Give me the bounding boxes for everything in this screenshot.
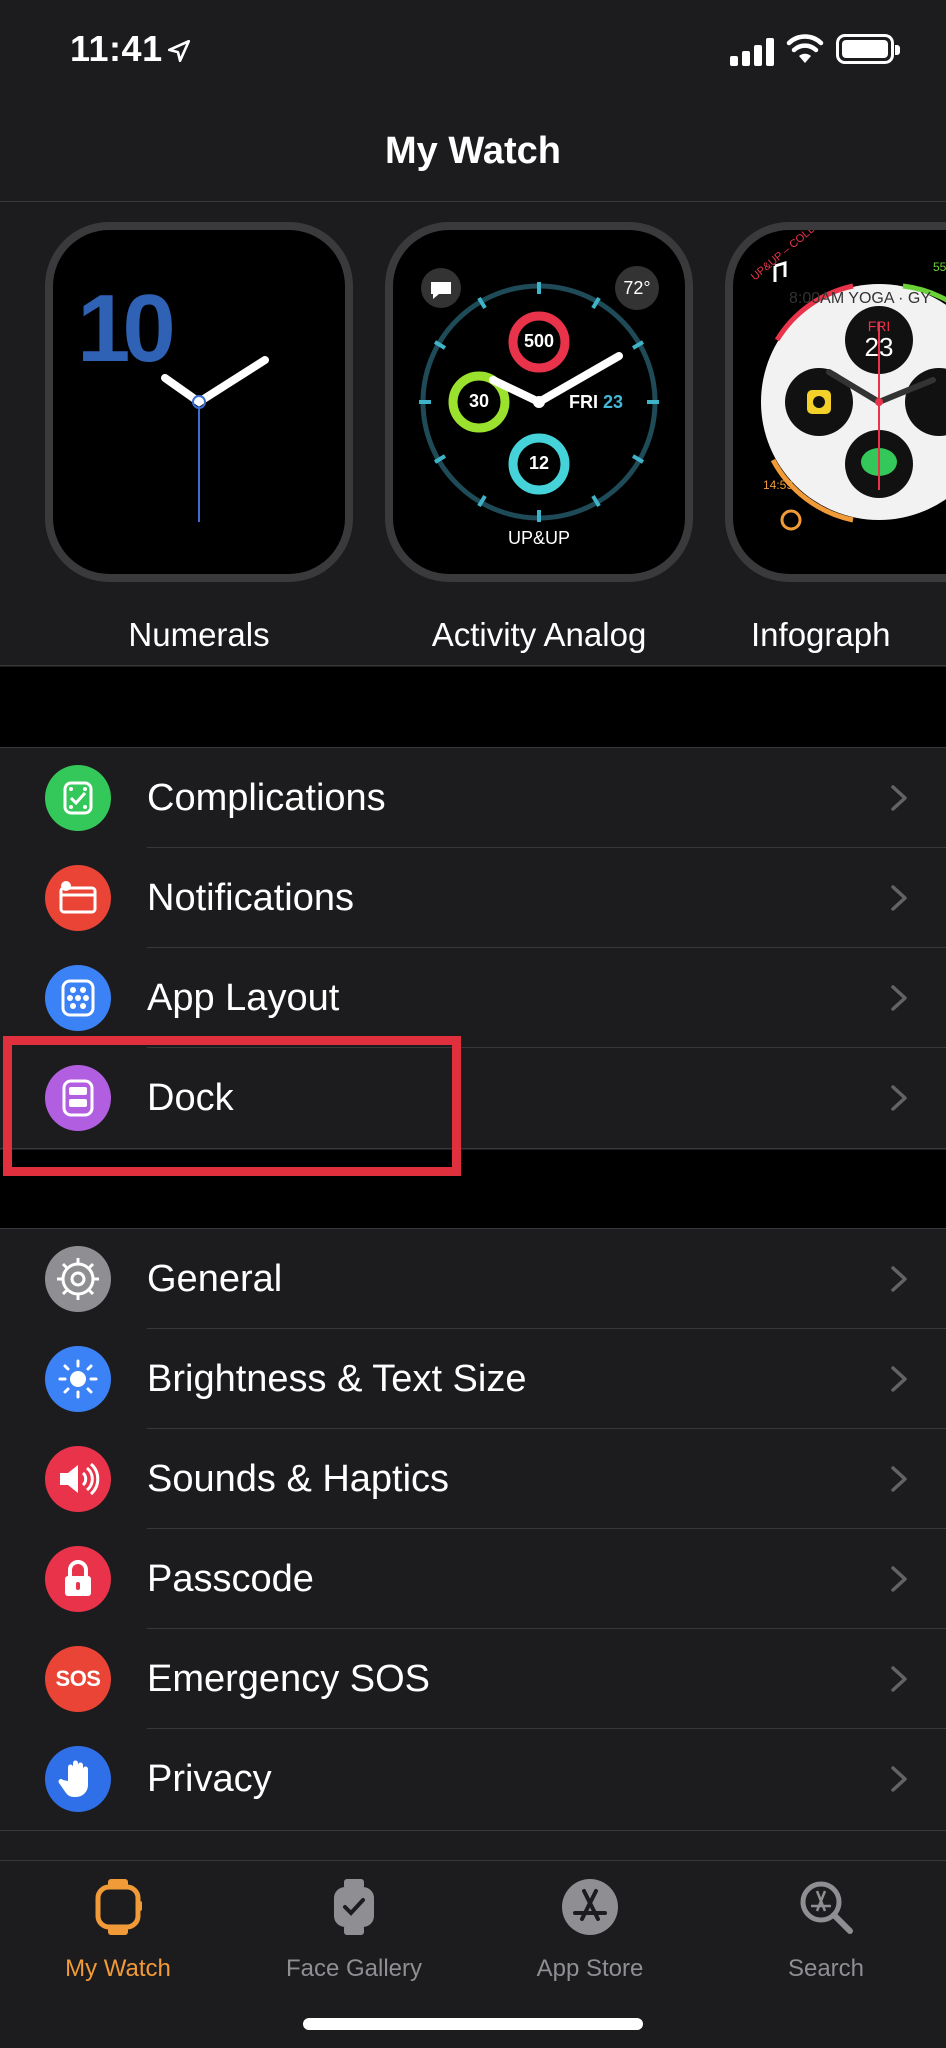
face-label: Activity Analog (431, 616, 647, 653)
watch-faces-carousel[interactable]: 10 Numerals 500 30 12 72° FRI 23 UP&UP A… (0, 202, 946, 666)
complications-icon (45, 765, 111, 831)
activity-analog-face-preview: 500 30 12 72° FRI 23 UP&UP (393, 230, 685, 574)
status-time: 11:41 (70, 28, 163, 69)
tab-label: Search (787, 1955, 865, 1982)
row-emergency-sos[interactable]: SOS Emergency SOS (0, 1629, 946, 1729)
face-card-infograph[interactable]: FRI 23 8:00AM YOGA · GY UP&UP – COLDP...… (725, 222, 946, 653)
face-gallery-icon (322, 1875, 386, 1939)
chevron-right-icon (891, 1666, 907, 1692)
hand-icon (45, 1746, 111, 1812)
tab-app-store[interactable]: App Store (472, 1875, 708, 2005)
tab-label: App Store (536, 1955, 644, 1982)
row-label: Complications (147, 777, 386, 819)
tab-face-gallery[interactable]: Face Gallery (236, 1875, 472, 2005)
section-gap (0, 667, 946, 747)
sos-badge: SOS (55, 1666, 101, 1691)
face-label: Numerals (128, 616, 270, 653)
cellular-signal-icon (730, 38, 774, 66)
numerals-face-preview: 10 (53, 230, 345, 574)
row-passcode[interactable]: Passcode (0, 1529, 946, 1629)
battery-icon (836, 34, 900, 64)
chevron-right-icon (891, 1566, 907, 1592)
row-label: App Layout (147, 977, 340, 1019)
settings-group-general: General Brightness & Text Size Sounds & … (0, 1228, 946, 1831)
infograph-top-text: 8:00AM YOGA · GY (789, 290, 931, 307)
home-indicator[interactable] (303, 2018, 643, 2030)
notifications-icon (45, 865, 111, 931)
face-label: Infograph (751, 616, 891, 653)
screen: 11:41 My Watch 10 Numerals 500 30 12 72°… (0, 0, 946, 2048)
clock-hands-icon (161, 356, 269, 522)
infograph-time-small: 14:59 (763, 478, 794, 492)
row-notifications[interactable]: Notifications (0, 848, 946, 948)
exercise-value: 30 (468, 391, 490, 411)
row-label: Notifications (147, 877, 354, 919)
move-value: 500 (523, 331, 555, 351)
brightness-icon (45, 1346, 111, 1412)
status-bar: 11:41 (0, 0, 946, 100)
row-app-layout[interactable]: App Layout (0, 948, 946, 1048)
speaker-icon (45, 1446, 111, 1512)
chevron-right-icon (891, 1466, 907, 1492)
stand-value: 12 (528, 453, 550, 473)
tab-label: Face Gallery (285, 1955, 423, 1982)
app-store-icon (558, 1875, 622, 1939)
row-label: Privacy (147, 1758, 272, 1800)
wifi-icon (786, 34, 824, 63)
chevron-right-icon (891, 1366, 907, 1392)
face-card-activity-analog[interactable]: 500 30 12 72° FRI 23 UP&UP Activity Anal… (385, 222, 693, 653)
gear-icon (45, 1246, 111, 1312)
brand-label: UP&UP (507, 528, 570, 548)
sos-icon: SOS (45, 1646, 111, 1712)
watch-icon (86, 1875, 150, 1939)
row-label: Brightness & Text Size (147, 1358, 527, 1400)
row-general[interactable]: General (0, 1229, 946, 1329)
location-arrow-icon (167, 39, 191, 63)
infograph-date: 23 (864, 332, 894, 362)
date-label: 23 (603, 392, 624, 412)
tab-my-watch[interactable]: My Watch (0, 1875, 236, 2005)
page-title: My Watch (0, 100, 946, 202)
infograph-dial-icon (761, 260, 946, 531)
chevron-right-icon (891, 885, 907, 911)
row-label: Emergency SOS (147, 1658, 430, 1700)
search-icon (794, 1875, 858, 1939)
row-label: Sounds & Haptics (147, 1458, 450, 1500)
chevron-right-icon (891, 1766, 907, 1792)
app-layout-icon (45, 965, 111, 1031)
date-complication: FRI 23 (569, 392, 623, 413)
row-label: Passcode (147, 1558, 314, 1600)
infograph-face-preview: FRI 23 8:00AM YOGA · GY UP&UP – COLDP...… (733, 230, 946, 574)
row-brightness[interactable]: Brightness & Text Size (0, 1329, 946, 1429)
chevron-right-icon (891, 785, 907, 811)
row-privacy[interactable]: Privacy (0, 1729, 946, 1829)
row-sounds-haptics[interactable]: Sounds & Haptics (0, 1429, 946, 1529)
chevron-right-icon (891, 1266, 907, 1292)
day-label: FRI (569, 392, 598, 412)
tab-search[interactable]: Search (708, 1875, 944, 2005)
chevron-right-icon (891, 1085, 907, 1111)
chevron-right-icon (891, 985, 907, 1011)
tab-label: My Watch (65, 1955, 171, 1982)
lock-icon (45, 1546, 111, 1612)
row-label: General (147, 1258, 283, 1300)
infograph-num-top: 55 (933, 260, 946, 274)
row-complications[interactable]: Complications (0, 748, 946, 848)
temperature-value: 72° (623, 278, 651, 298)
face-card-numerals[interactable]: 10 Numerals (45, 222, 353, 653)
dock-highlight-box (3, 1036, 461, 1176)
